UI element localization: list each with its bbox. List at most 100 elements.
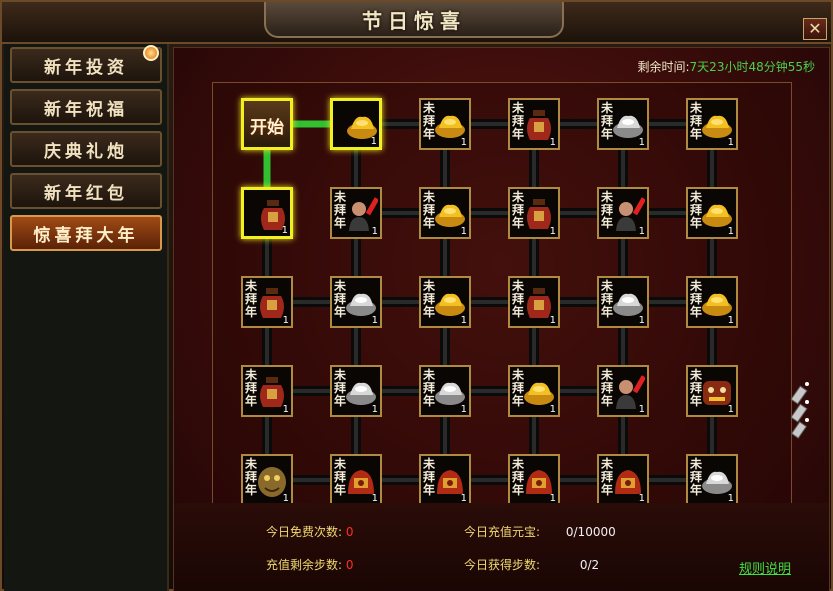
not-visited-label: 未拜年 — [601, 101, 614, 141]
remaining-steps-stat: 充值剩余步数: 0 — [266, 556, 354, 573]
not-visited-label: 未拜年 — [245, 457, 258, 497]
timer-value: 7天23小时48分钟55秒 — [689, 60, 815, 74]
board-cell[interactable]: 未拜年 1 — [419, 98, 471, 150]
not-visited-label: 未拜年 — [512, 368, 525, 408]
title-plate: 节日惊喜 — [264, 2, 564, 38]
board-cell[interactable]: 未拜年 1 — [508, 187, 560, 239]
board-cell[interactable]: 未拜年 1 — [597, 454, 649, 506]
free-times-label: 今日免费次数: — [266, 525, 343, 539]
item-count: 1 — [549, 137, 556, 148]
board-cell[interactable]: 未拜年 1 — [597, 365, 649, 417]
not-visited-label: 未拜年 — [690, 190, 703, 230]
item-count: 1 — [727, 404, 734, 415]
not-visited-label: 未拜年 — [512, 279, 525, 319]
not-visited-label: 未拜年 — [690, 101, 703, 141]
board-cell[interactable]: 未拜年 1 — [686, 187, 738, 239]
recharge-label: 今日充值元宝: — [464, 525, 541, 539]
board-cell[interactable]: 1 — [330, 98, 382, 150]
recharge-value: 0/10000 — [565, 525, 616, 539]
board-cell[interactable]: 未拜年 1 — [508, 276, 560, 328]
board-cell[interactable]: 未拜年 1 — [330, 454, 382, 506]
main-panel: 剩余时间:7天23小时48分钟55秒 开始 1 未拜年 1 未拜年 1 未拜年 1 未拜年 1 1 未… — [173, 47, 830, 591]
not-visited-label: 未拜年 — [601, 368, 614, 408]
board-cell[interactable]: 未拜年 1 — [508, 98, 560, 150]
not-visited-label: 未拜年 — [512, 457, 525, 497]
item-count: 1 — [460, 226, 467, 237]
not-visited-label: 未拜年 — [601, 457, 614, 497]
board-cell[interactable]: 未拜年 1 — [241, 365, 293, 417]
sidebar-item-new-year-blessing[interactable]: 新年祝福 — [10, 89, 162, 125]
recharge-stat: 今日充值元宝: 0/10000 — [464, 523, 616, 540]
not-visited-label: 未拜年 — [334, 368, 347, 408]
board-cell[interactable]: 未拜年 1 — [686, 276, 738, 328]
earned-steps-value: 0/2 — [579, 558, 600, 572]
not-visited-label: 未拜年 — [245, 279, 258, 319]
festival-surprise-window: 节日惊喜 ✕ 新年投资 新年祝福 庆典礼炮 新年红包 惊喜拜大年 剩余时间:7天… — [0, 0, 833, 591]
item-count: 1 — [282, 315, 289, 326]
board-cell[interactable]: 未拜年 1 — [330, 365, 382, 417]
board-cell[interactable]: 未拜年 1 — [241, 454, 293, 506]
item-count: 1 — [727, 315, 734, 326]
close-button[interactable]: ✕ — [803, 18, 827, 40]
board-cell[interactable]: 未拜年 1 — [508, 454, 560, 506]
not-visited-label: 未拜年 — [423, 190, 436, 230]
board-cell[interactable]: 未拜年 1 — [419, 187, 471, 239]
not-visited-label: 未拜年 — [423, 368, 436, 408]
not-visited-label: 未拜年 — [690, 368, 703, 408]
start-cell[interactable]: 开始 — [241, 98, 293, 150]
not-visited-label: 未拜年 — [423, 457, 436, 497]
board-cell[interactable]: 未拜年 1 — [330, 276, 382, 328]
title-bar: 节日惊喜 ✕ — [2, 2, 831, 44]
item-count: 1 — [460, 137, 467, 148]
game-board: 开始 1 未拜年 1 未拜年 1 未拜年 1 未拜年 1 1 未拜年 1 未拜年 1 未拜年 1 未拜年 1 未拜年 1… — [212, 82, 809, 518]
board-cell[interactable]: 未拜年 1 — [686, 454, 738, 506]
item-count: 1 — [460, 404, 467, 415]
not-visited-label: 未拜年 — [334, 457, 347, 497]
not-visited-label: 未拜年 — [423, 279, 436, 319]
not-visited-label: 未拜年 — [512, 190, 525, 230]
item-count: 1 — [371, 404, 378, 415]
not-visited-label: 未拜年 — [334, 279, 347, 319]
not-visited-label: 未拜年 — [601, 190, 614, 230]
sidebar-item-new-year-investment[interactable]: 新年投资 — [10, 47, 162, 83]
item-count: 1 — [549, 404, 556, 415]
item-count: 1 — [371, 315, 378, 326]
not-visited-label: 未拜年 — [245, 368, 258, 408]
sidebar-item-celebration-cannon[interactable]: 庆典礼炮 — [10, 131, 162, 167]
sidebar-item-new-year-visit[interactable]: 惊喜拜大年 — [10, 215, 162, 251]
notification-badge-icon — [143, 45, 159, 61]
board-cell[interactable]: 未拜年 1 — [419, 454, 471, 506]
item-count: 1 — [638, 404, 645, 415]
item-count: 1 — [638, 226, 645, 237]
timer-label: 剩余时间: — [637, 60, 690, 74]
rules-link[interactable]: 规则说明 — [739, 558, 791, 577]
board-cell[interactable]: 未拜年 1 — [241, 276, 293, 328]
item-count: 1 — [460, 315, 467, 326]
board-cell[interactable]: 1 — [241, 187, 293, 239]
board-cell[interactable]: 未拜年 1 — [330, 187, 382, 239]
free-times-value: 0 — [345, 525, 354, 539]
remaining-steps-label: 充值剩余步数: — [266, 558, 343, 572]
sidebar-item-red-envelope[interactable]: 新年红包 — [10, 173, 162, 209]
start-label: 开始 — [250, 118, 284, 138]
board-cell[interactable]: 未拜年 1 — [597, 276, 649, 328]
board-cell[interactable]: 未拜年 1 — [686, 98, 738, 150]
item-count: 1 — [727, 226, 734, 237]
stats-panel: 今日免费次数: 0 今日充值元宝: 0/10000 充值剩余步数: 0 今日获得… — [174, 503, 829, 591]
free-times-stat: 今日免费次数: 0 — [266, 523, 354, 540]
board-cell[interactable]: 未拜年 1 — [508, 365, 560, 417]
countdown-timer: 剩余时间:7天23小时48分钟55秒 — [638, 58, 816, 75]
board-cell[interactable]: 未拜年 1 — [419, 276, 471, 328]
board-cell[interactable]: 未拜年 1 — [686, 365, 738, 417]
board-cell[interactable]: 未拜年 1 — [419, 365, 471, 417]
item-count: 1 — [371, 226, 378, 237]
board-cell[interactable]: 未拜年 1 — [597, 98, 649, 150]
item-count: 1 — [281, 225, 288, 236]
board-cell[interactable]: 未拜年 1 — [597, 187, 649, 239]
not-visited-label: 未拜年 — [334, 190, 347, 230]
not-visited-label: 未拜年 — [690, 279, 703, 319]
item-count: 1 — [549, 226, 556, 237]
window-title: 节日惊喜 — [362, 8, 466, 33]
sidebar: 新年投资 新年祝福 庆典礼炮 新年红包 惊喜拜大年 — [4, 44, 169, 591]
not-visited-label: 未拜年 — [512, 101, 525, 141]
